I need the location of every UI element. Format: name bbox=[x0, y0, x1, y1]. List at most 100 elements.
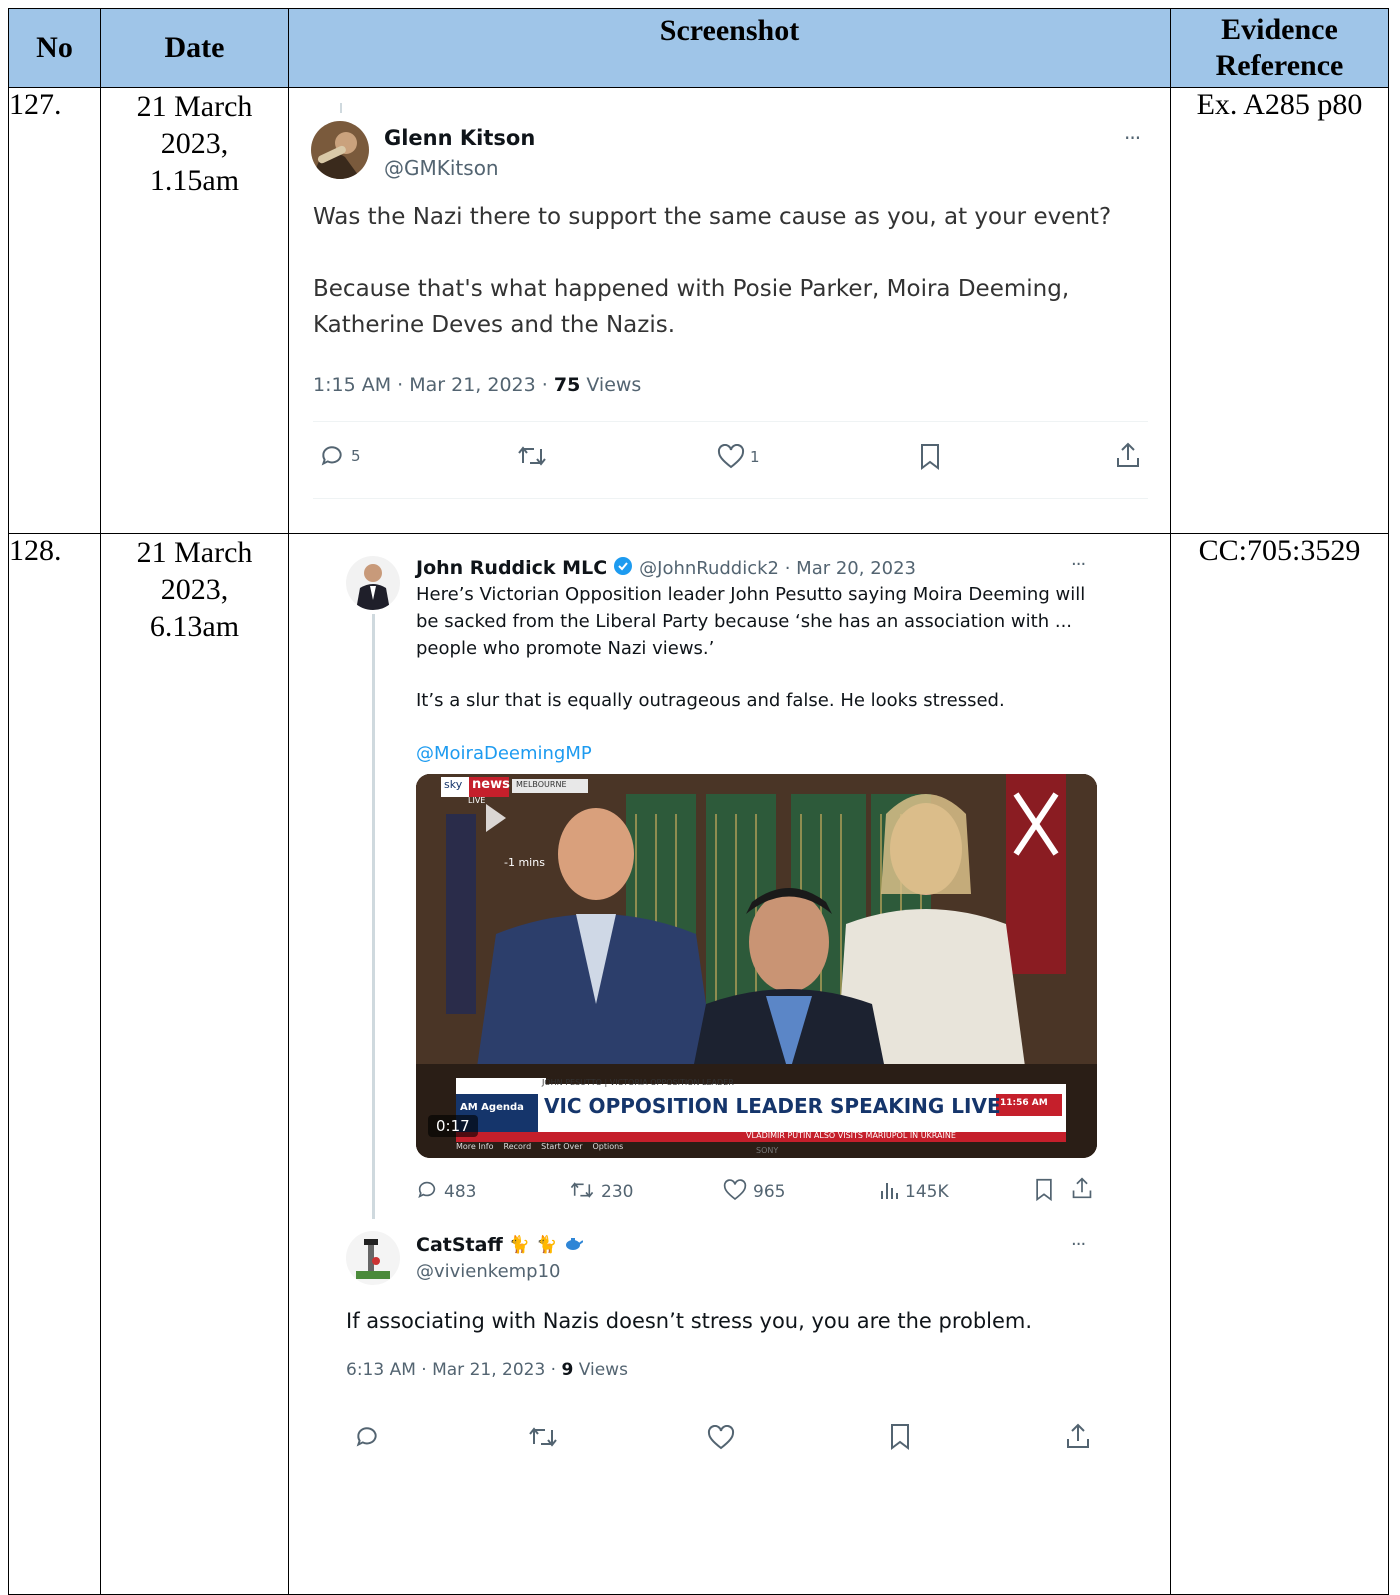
thread-line bbox=[340, 103, 342, 113]
retweet-count: 230 bbox=[601, 1182, 634, 1202]
options-button[interactable]: Options bbox=[592, 1142, 623, 1151]
bookmark-icon[interactable] bbox=[889, 1423, 911, 1455]
tweet-thread: John Ruddick MLC @JohnRuddick2 · Mar 20,… bbox=[289, 534, 1170, 1594]
author-handle[interactable]: @GMKitson bbox=[384, 156, 499, 180]
like-count: 1 bbox=[750, 447, 760, 466]
reply-icon[interactable] bbox=[354, 1424, 380, 1454]
heart-icon bbox=[723, 1179, 747, 1205]
tweet-text: Because that's what happened with Posie … bbox=[313, 276, 1070, 302]
view-label: Views bbox=[573, 1360, 628, 1380]
reply-count: 5 bbox=[351, 447, 361, 465]
like-count: 965 bbox=[753, 1182, 786, 1202]
tweet-text: Here’s Victorian Opposition leader John … bbox=[416, 584, 1086, 605]
bookmark-icon[interactable] bbox=[919, 443, 941, 471]
retweet-button[interactable]: 230 bbox=[569, 1179, 633, 1205]
program-name: AM Agenda bbox=[460, 1102, 524, 1113]
clock: 11:56 AM bbox=[1000, 1098, 1048, 1108]
tweet-timestamp[interactable]: 1:15 AM · Mar 21, 2023 · bbox=[313, 374, 554, 396]
tweet-text: It’s a slur that is equally outrageous a… bbox=[416, 690, 1005, 711]
views-chart-icon bbox=[879, 1179, 899, 1205]
more-options-icon[interactable]: ··· bbox=[1071, 554, 1086, 575]
tweet-text: Was the Nazi there to support the same c… bbox=[313, 204, 1112, 230]
author-handle[interactable]: @vivienkemp10 bbox=[416, 1261, 561, 1282]
avatar[interactable] bbox=[311, 121, 369, 179]
date-line: 1.15am bbox=[149, 164, 240, 197]
share-icon[interactable] bbox=[1115, 441, 1141, 469]
screenshot-cell: John Ruddick MLC @JohnRuddick2 · Mar 20,… bbox=[288, 533, 1171, 1595]
avatar[interactable] bbox=[346, 556, 400, 610]
start-over-button[interactable]: Start Over bbox=[541, 1142, 582, 1151]
channel-brand-news: news bbox=[472, 777, 510, 792]
divider bbox=[313, 498, 1148, 499]
date-line: 21 March bbox=[136, 536, 253, 569]
news-ticker: VLADIMIR PUTIN ALSO VISITS MARIUPOL IN U… bbox=[746, 1131, 956, 1140]
more-options-icon[interactable]: ··· bbox=[1071, 1234, 1086, 1255]
cat-emoji-icon: 🐈 bbox=[508, 1235, 530, 1255]
black-cat-emoji-icon: 🐈 bbox=[536, 1235, 558, 1255]
divider bbox=[313, 421, 1148, 422]
evidence-reference: Ex. A285 p80 bbox=[1170, 87, 1389, 534]
view-count: 75 bbox=[553, 374, 581, 396]
share-icon[interactable] bbox=[1071, 1176, 1093, 1204]
bookmark-icon[interactable] bbox=[1034, 1178, 1054, 1206]
location-tag: MELBOURNE bbox=[516, 780, 567, 789]
more-info-button[interactable]: More Info bbox=[456, 1142, 494, 1151]
teapot-emoji-icon bbox=[563, 1235, 584, 1255]
views-count: 145K bbox=[905, 1182, 949, 1202]
like-button[interactable]: 965 bbox=[723, 1179, 785, 1205]
author-handle-date[interactable]: @JohnRuddick2 · Mar 20, 2023 bbox=[639, 558, 916, 579]
table-row: 127. 21 March 2023, 1.15am Glenn Kitson … bbox=[8, 87, 1389, 534]
retweet-icon bbox=[569, 1179, 595, 1205]
heart-icon[interactable] bbox=[707, 1424, 735, 1454]
view-label: Views bbox=[580, 374, 642, 396]
header-no: No bbox=[8, 8, 101, 88]
author-name[interactable]: John Ruddick MLC bbox=[416, 557, 607, 579]
avatar[interactable] bbox=[346, 1231, 400, 1285]
tweet-text: Katherine Deves and the Nazis. bbox=[313, 312, 676, 338]
quoted-header: John Ruddick MLC @JohnRuddick2 · Mar 20,… bbox=[416, 556, 916, 580]
tweet-text: If associating with Nazis doesn’t stress… bbox=[346, 1309, 1033, 1333]
screenshot-cell: Glenn Kitson @GMKitson ··· Was the Nazi … bbox=[288, 87, 1171, 534]
header-row: No Date Screenshot Evidence Reference bbox=[8, 8, 1389, 88]
video-player[interactable]: sky news LIVE MELBOURNE -1 mins AM Agend… bbox=[416, 774, 1097, 1158]
reply-button[interactable]: 5 bbox=[319, 443, 361, 469]
author-name[interactable]: CatStaff bbox=[416, 1234, 503, 1256]
row-number: 128. bbox=[8, 533, 101, 1595]
retweet-icon[interactable] bbox=[516, 443, 548, 469]
retweet-icon[interactable] bbox=[527, 1424, 559, 1454]
reply-icon bbox=[416, 1179, 438, 1205]
reply-header: CatStaff 🐈 🐈 bbox=[416, 1234, 584, 1256]
live-tag: LIVE bbox=[468, 796, 486, 805]
row-date: 21 March 2023, 6.13am bbox=[100, 533, 289, 1595]
date-line: 6.13am bbox=[149, 610, 240, 643]
tweet-text: people who promote Nazi views.’ bbox=[416, 638, 715, 659]
view-count: 9 bbox=[561, 1360, 574, 1380]
evidence-table: No Date Screenshot Evidence Reference 12… bbox=[8, 8, 1389, 1595]
thread-line bbox=[372, 614, 375, 1219]
reply-count: 483 bbox=[444, 1182, 477, 1202]
author-name[interactable]: Glenn Kitson bbox=[384, 126, 535, 150]
heart-icon bbox=[717, 444, 745, 469]
share-icon[interactable] bbox=[1065, 1422, 1091, 1454]
mention-link[interactable]: @MoiraDeemingMP bbox=[416, 743, 592, 764]
remaining-mins: -1 mins bbox=[504, 856, 545, 869]
record-button[interactable]: Record bbox=[504, 1142, 532, 1151]
tweet-timestamp[interactable]: 6:13 AM · Mar 21, 2023 · bbox=[346, 1360, 561, 1380]
views-button[interactable]: 145K bbox=[879, 1179, 949, 1205]
evidence-reference: CC:705:3529 bbox=[1170, 533, 1389, 1595]
table-row: 128. 21 March 2023, 6.13am John Ruddick … bbox=[8, 533, 1389, 1595]
date-line: 21 March bbox=[136, 90, 253, 123]
video-duration: 0:17 bbox=[428, 1115, 478, 1137]
more-options-icon[interactable]: ··· bbox=[1124, 126, 1141, 150]
header-date: Date bbox=[100, 8, 289, 88]
like-button[interactable]: 1 bbox=[717, 444, 760, 469]
date-line: 2023, bbox=[160, 127, 229, 160]
tweet-meta: 1:15 AM · Mar 21, 2023 · 75 Views bbox=[313, 374, 641, 396]
player-bar: More Info Record Start Over Options bbox=[456, 1142, 623, 1151]
reply-icon bbox=[319, 443, 345, 469]
row-number: 127. bbox=[8, 87, 101, 534]
date-line: 2023, bbox=[160, 573, 229, 606]
tweet-text: be sacked from the Liberal Party because… bbox=[416, 611, 1073, 632]
tweet-card: Glenn Kitson @GMKitson ··· Was the Nazi … bbox=[289, 88, 1170, 533]
reply-button[interactable]: 483 bbox=[416, 1179, 476, 1205]
